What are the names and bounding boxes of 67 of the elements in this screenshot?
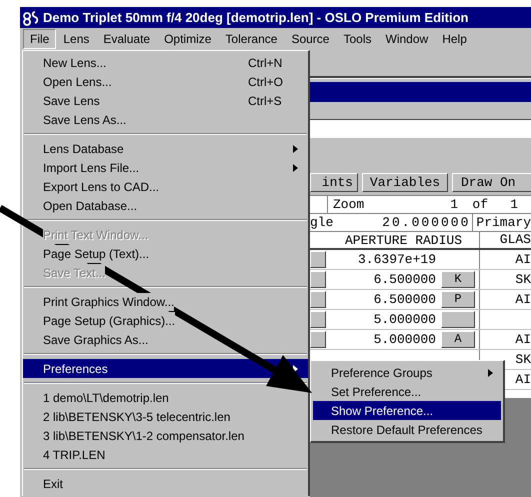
menu-item[interactable]: 4 TRIP.LEN: [23, 445, 308, 464]
row-button[interactable]: [310, 251, 326, 268]
menu-item[interactable]: Optimize: [157, 29, 218, 49]
window-title: Demo Triplet 50mm f/4 20deg [demotrip.len] - OSLO Premium Edition: [43, 8, 468, 27]
submenu-arrow-icon: [293, 164, 298, 172]
table-cell-text: 5.000000: [372, 330, 436, 349]
toolbar-button[interactable]: Draw On: [452, 173, 531, 192]
table-cell-text: SK: [515, 270, 531, 289]
submenu-arrow-icon: [293, 144, 298, 152]
menu-item[interactable]: Source: [284, 29, 336, 49]
menu-item[interactable]: Help: [435, 29, 474, 49]
table-cell-text: AI: [515, 290, 531, 309]
column-header: APERTURE RADIUS: [328, 232, 480, 248]
menu-item[interactable]: Page Setup (Graphics)...: [23, 311, 308, 330]
app-logo-icon: [23, 10, 39, 26]
menu-item[interactable]: Window: [378, 29, 436, 49]
zoom-value: 1: [449, 196, 458, 214]
table-cell-text: SK: [515, 350, 531, 369]
row-button[interactable]: [310, 291, 326, 308]
menu-item[interactable]: File: [23, 29, 56, 49]
submenu-arrow-icon: [488, 368, 493, 376]
solve-button[interactable]: [441, 311, 475, 328]
menu-item[interactable]: Export Lens to CAD...: [23, 177, 308, 196]
table-cell-text: AI: [515, 330, 531, 349]
table-cell-text: AI: [515, 250, 531, 269]
menu-item[interactable]: Evaluate: [96, 29, 158, 49]
row-button[interactable]: [310, 331, 326, 348]
menu-item[interactable]: Tolerance: [218, 29, 284, 49]
field-label: Primary: [475, 214, 531, 232]
menu-item[interactable]: Page Setup (Text)...: [23, 244, 308, 263]
table-cell-text: 6.500000: [372, 270, 436, 289]
menu-item[interactable]: Set Preference...: [313, 382, 501, 401]
menu-item[interactable]: Exit: [23, 474, 308, 493]
solve-button[interactable]: K: [441, 271, 475, 288]
menu-item[interactable]: Open Database...: [23, 196, 308, 215]
table-cell-text: 3.6397e+19: [356, 250, 436, 269]
menu-item[interactable]: Tools: [336, 29, 378, 49]
column-header: GLAS: [498, 231, 531, 250]
menu-item[interactable]: Save Lens As...: [23, 110, 308, 129]
solve-button[interactable]: A: [441, 331, 475, 348]
toolbar-button[interactable]: Variables: [362, 173, 448, 192]
menu-item[interactable]: Lens: [56, 29, 96, 49]
zoom-total: 1: [509, 196, 518, 214]
menu-item[interactable]: Preferences: [23, 359, 308, 378]
table-cell-text: 6.500000: [372, 290, 436, 309]
zoom-label: Zoom: [332, 196, 366, 214]
row-button[interactable]: [310, 271, 326, 288]
input-field[interactable]: [310, 120, 531, 138]
menu-item[interactable]: Restore Default Preferences: [313, 420, 501, 439]
field-label: gle: [310, 214, 334, 232]
menu-item[interactable]: 1 demo\LT\demotrip.len: [23, 388, 308, 407]
menu-item[interactable]: Open Lens... Ctrl+O: [23, 72, 308, 91]
table-cell-text: AI: [515, 370, 531, 389]
menu-item[interactable]: Save Lens Ctrl+S: [23, 91, 308, 110]
menu-item[interactable]: Preference Groups: [313, 363, 501, 382]
menu-item[interactable]: Save Graphics As...: [23, 330, 308, 349]
field-value: 20.000000: [348, 214, 474, 231]
menu-item[interactable]: Import Lens File...: [23, 158, 308, 177]
zoom-of-label: of: [471, 196, 488, 214]
menu-item[interactable]: Lens Database: [23, 139, 308, 158]
menu-item[interactable]: New Lens... Ctrl+N: [23, 53, 308, 72]
toolbar-button[interactable]: ints: [310, 173, 358, 192]
menu-item[interactable]: Print Graphics Window...: [23, 292, 308, 311]
solve-button[interactable]: P: [441, 291, 475, 308]
menu-item[interactable]: Show Preference...: [313, 401, 501, 420]
table-cell-text: 5.000000: [372, 310, 436, 329]
row-button[interactable]: [310, 311, 326, 328]
